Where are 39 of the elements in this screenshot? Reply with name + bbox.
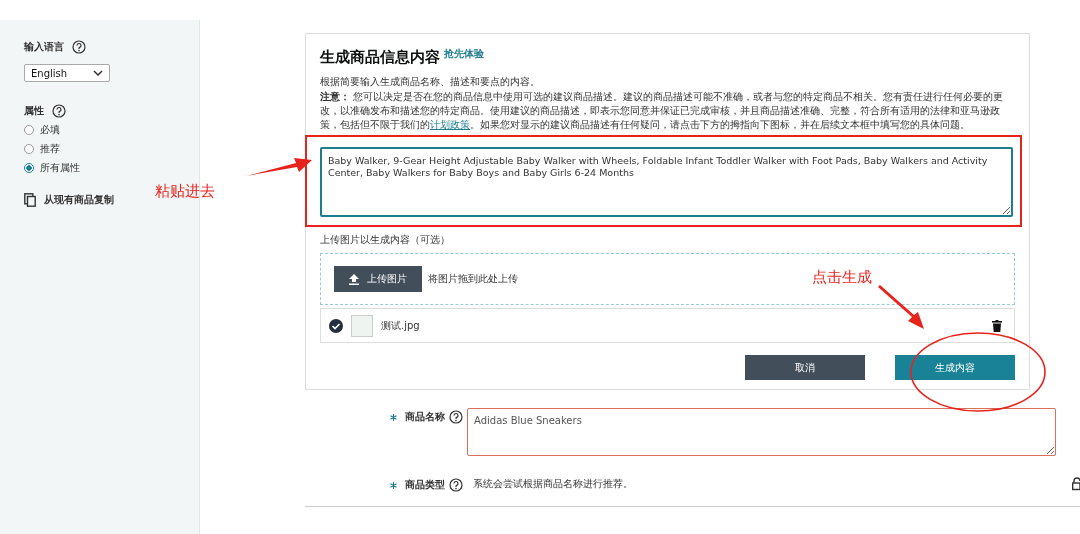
drop-hint: 将图片拖到此处上传	[428, 272, 518, 286]
annotation-text: 粘贴进去	[155, 182, 215, 201]
radio-button[interactable]	[24, 144, 34, 154]
field-label: 商品名称	[405, 410, 445, 424]
upload-icon	[349, 273, 359, 285]
radio-label: 所有属性	[40, 161, 80, 175]
image-thumbnail	[351, 314, 373, 337]
file-name: 测试.jpg	[381, 318, 420, 333]
field-label: 属性	[24, 104, 44, 118]
panel-title: 生成商品信息内容	[320, 48, 440, 67]
help-icon	[52, 104, 66, 118]
radio-button[interactable]	[24, 163, 34, 173]
upload-button[interactable]: 上传图片	[334, 266, 422, 292]
preview-label: 抢先体验	[444, 47, 484, 61]
copy-icon	[24, 193, 36, 207]
arrow-icon	[876, 285, 926, 331]
help-icon	[449, 478, 463, 492]
field-label: 输入语言	[24, 40, 64, 54]
field-hint: 系统会尝试根据商品名称进行推荐。	[472, 477, 633, 491]
caret-icon	[93, 70, 103, 76]
radio-label: 必填	[40, 123, 60, 137]
cancel-button[interactable]: 取消	[745, 355, 865, 380]
help-icon	[72, 40, 86, 54]
intro-text: 根据简要输入生成商品名称、描述和要点的内容。	[320, 75, 541, 89]
trash-icon	[992, 319, 1002, 332]
radio-label: 推荐	[40, 142, 60, 156]
policy-link[interactable]: 计划政策	[430, 119, 470, 130]
field-label: 商品类型	[405, 478, 445, 492]
input-field[interactable]: Baby Walker, 9-Gear Height Adjustable Baby Walker with Wheels, Foldable Infant Toddler Walker with Foot Pads, Baby Walkers and Activity Center, Baby Walkers for Baby Boys and Baby Girls 6-24 Months	[320, 147, 1013, 217]
generate-button[interactable]: 生成内容	[895, 355, 1015, 380]
annotation-text: 点击生成	[812, 268, 872, 287]
input-field[interactable]: Adidas Blue Sneakers	[467, 408, 1056, 456]
language-dropdown[interactable]: English	[24, 64, 110, 82]
lock-icon	[1072, 477, 1080, 491]
upload-label: 上传图片以生成内容（可选）	[320, 233, 451, 247]
help-icon	[449, 410, 463, 424]
radio-button[interactable]	[24, 125, 34, 135]
notice-text: 注意： 您可以决定是否在您的商品信息中使用可选的建议商品描述。建议的商品描述可能不准确，或者与您的特定商品不相关。您有责任进行任何必要的更改，以准确发布和描述您的特定商品。使用建议的商品描述，即表示您同意并保证已完成审核，并且商品描述准确、完整，符合所有适用的法律和亚马逊政策，包括但不限于我们的计划政策。如果您对显示的建议商品描述有任何疑问，请点击下方的拇指向下图标，并在后续文本框中填写您的具体问题。	[320, 90, 1005, 132]
copy-link[interactable]: 从现有商品复制	[44, 193, 114, 207]
